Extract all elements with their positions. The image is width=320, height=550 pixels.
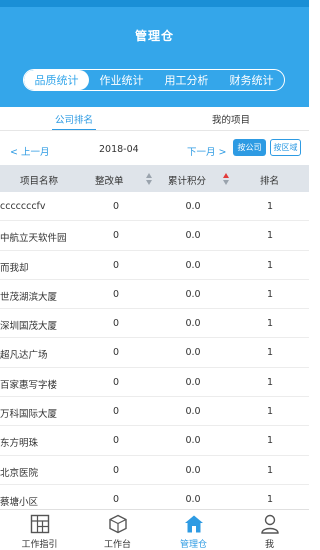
project-name-cell: 中航立天软件园 [0, 233, 67, 245]
header: 管理仓 品质统计 作业统计 用工分析 财务统计 [0, 7, 309, 107]
tab-label: 工作台 [103, 540, 131, 550]
rectification-count-cell: 0 [112, 201, 120, 212]
rectification-count-cell: 0 [112, 259, 120, 271]
total-points-cell: 0.0 [185, 288, 201, 300]
tab-my-projects[interactable]: 我的项目 [212, 112, 250, 126]
project-name-cell: 深圳国茂大厦 [0, 321, 58, 333]
segment-labor-analysis[interactable]: 用工分析 [154, 70, 219, 90]
tab-me[interactable]: 我 [231, 510, 308, 550]
total-points-cell: 0.0 [185, 230, 201, 242]
rank-cell: 1 [266, 318, 274, 330]
column-header-project-name: 项目名称 [20, 176, 59, 187]
next-month-link[interactable]: 下一月 > [187, 144, 226, 158]
rectification-count-cell: 0 [112, 376, 120, 388]
table-row[interactable]: 东方明珠 0 0.0 1 [0, 426, 309, 456]
tab-label: 我 [264, 540, 274, 550]
rank-cell: 1 [266, 259, 274, 271]
rank-cell: 1 [266, 493, 274, 505]
table-row[interactable]: 中航立天软件园 0 0.0 1 [0, 221, 309, 251]
cube-icon [109, 514, 127, 534]
total-points-cell: 0.0 [185, 435, 201, 447]
project-name-cell: 世茂湖滨大厦 [0, 291, 58, 303]
stats-segmented-control: 品质统计 作业统计 用工分析 财务统计 [23, 69, 285, 91]
total-points-cell: 0.0 [185, 406, 201, 418]
tab-work-guide[interactable]: 工作指引 [1, 510, 78, 550]
total-points-cell: 0.0 [185, 318, 201, 330]
table-header: 项目名称 整改单 累计积分 排名 [0, 165, 309, 192]
rank-cell: 1 [266, 201, 274, 212]
grid-icon [30, 514, 50, 534]
rank-cell: 1 [266, 230, 274, 242]
rectification-count-cell: 0 [112, 435, 120, 447]
home-icon [185, 515, 203, 533]
table-row[interactable]: 百家惠写字楼 0 0.0 1 [0, 368, 309, 398]
table-row[interactable]: 世茂湖滨大厦 0 0.0 1 [0, 280, 309, 310]
by-company-button[interactable]: 按公司 [233, 139, 266, 156]
current-month: 2018-04 [99, 144, 139, 155]
table-row[interactable]: 深圳国茂大厦 0 0.0 1 [0, 309, 309, 339]
rectification-count-cell: 0 [112, 347, 120, 359]
rank-cell: 1 [266, 435, 274, 447]
rank-cell: 1 [266, 376, 274, 388]
project-name-cell: 超凡达广场 [0, 350, 48, 362]
rectification-count-cell: 0 [112, 493, 120, 505]
segment-work-stats[interactable]: 作业统计 [89, 70, 154, 90]
tab-management[interactable]: 管理仓 [155, 510, 232, 550]
rank-cell: 1 [266, 464, 274, 476]
project-name-cell: cccccccfv [0, 201, 46, 212]
divider [0, 130, 309, 131]
total-points-cell: 0.0 [185, 376, 201, 388]
rectification-count-cell: 0 [112, 230, 120, 242]
rank-cell: 1 [266, 406, 274, 418]
project-name-cell: 东方明珠 [0, 438, 39, 450]
page-title: 管理仓 [134, 29, 174, 43]
column-header-rectification[interactable]: 整改单 [95, 173, 124, 187]
project-name-cell: 北京医院 [0, 467, 39, 479]
sort-active-icon[interactable] [223, 173, 229, 185]
tab-label: 管理仓 [179, 540, 207, 550]
total-points-cell: 0.0 [185, 259, 201, 271]
bottom-tab-bar: 工作指引 工作台 管理仓 我 [0, 509, 309, 550]
total-points-cell: 0.0 [185, 493, 201, 505]
table-row[interactable]: 北京医院 0 0.0 1 [0, 456, 309, 485]
project-name-cell: 而我却 [0, 262, 29, 274]
tab-label: 工作指引 [21, 540, 58, 550]
segment-finance-stats[interactable]: 财务统计 [219, 70, 284, 90]
table-row[interactable]: cccccccfv 0 0.0 1 [0, 192, 309, 222]
rank-cell: 1 [266, 347, 274, 359]
rank-cell: 1 [266, 288, 274, 300]
rectification-count-cell: 0 [112, 406, 120, 418]
project-name-cell: 蔡塘小区 [0, 496, 39, 508]
table-body: cccccccfv 0 0.0 1 中航立天软件园 0 0.0 1 而我却 0 0.0 1 世茂湖滨大厦… [0, 192, 309, 515]
total-points-cell: 0.0 [185, 464, 201, 476]
project-name-cell: 万科国际大厦 [0, 409, 58, 421]
column-header-total-points[interactable]: 累计积分 [168, 173, 206, 187]
table-row[interactable]: 超凡达广场 0 0.0 1 [0, 338, 309, 368]
total-points-cell: 0.0 [185, 347, 201, 359]
sort-icon[interactable] [146, 173, 152, 185]
table-row[interactable]: 万科国际大厦 0 0.0 1 [0, 397, 309, 427]
rectification-count-cell: 0 [112, 318, 120, 330]
table-row[interactable]: 而我却 0 0.0 1 [0, 251, 309, 280]
tab-company-rank[interactable]: 公司排名 [51, 112, 97, 130]
month-selector: < 上一月 2018-04 下一月 > 按公司 按区域 [0, 138, 309, 160]
total-points-cell: 0.0 [185, 201, 201, 212]
project-name-cell: 百家惠写字楼 [0, 379, 58, 391]
prev-month-link[interactable]: < 上一月 [10, 144, 49, 158]
tab-workbench[interactable]: 工作台 [79, 510, 156, 550]
segment-quality-stats[interactable]: 品质统计 [24, 70, 89, 90]
rectification-count-cell: 0 [112, 288, 120, 300]
status-bar [0, 0, 309, 7]
rank-subtabs: 公司排名 我的项目 [0, 110, 309, 132]
column-header-rank: 排名 [260, 176, 280, 187]
person-icon [261, 514, 279, 534]
rectification-count-cell: 0 [112, 464, 120, 476]
by-region-button[interactable]: 按区域 [270, 139, 301, 156]
